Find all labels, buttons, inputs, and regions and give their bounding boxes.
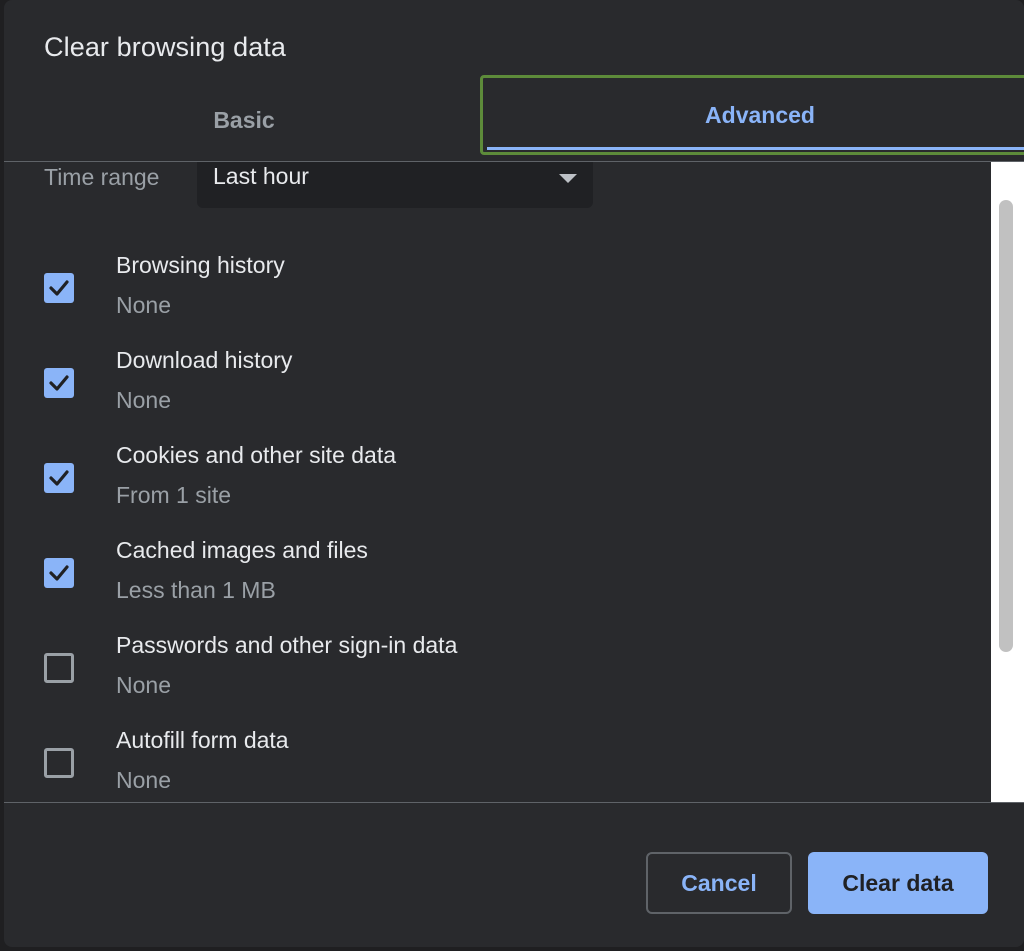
item-label: Autofill form data [116, 727, 289, 753]
item-label: Download history [116, 347, 293, 373]
list-item: Cookies and other site data From 1 site [4, 442, 984, 538]
footer-divider [4, 802, 1024, 803]
checkbox[interactable] [44, 368, 74, 398]
checkmark-icon [49, 470, 69, 486]
item-label: Cached images and files [116, 537, 368, 563]
list-item: Download history None [4, 347, 984, 443]
checkbox[interactable] [44, 558, 74, 588]
item-label: Browsing history [116, 252, 285, 278]
checkmark-icon [49, 280, 69, 296]
clear-browsing-data-dialog: Clear browsing data Basic Advanced Time … [4, 0, 1024, 947]
item-detail: None [116, 292, 171, 318]
item-label: Passwords and other sign-in data [116, 632, 458, 658]
item-detail: Less than 1 MB [116, 577, 276, 603]
list-item: Passwords and other sign-in data None [4, 632, 984, 728]
checkbox[interactable] [44, 748, 74, 778]
checkbox[interactable] [44, 273, 74, 303]
chevron-down-icon [559, 174, 577, 183]
tab-basic[interactable]: Basic [4, 78, 484, 162]
checkmark-icon [49, 565, 69, 581]
item-detail: From 1 site [116, 482, 232, 508]
cancel-button[interactable]: Cancel [646, 852, 792, 914]
checkbox[interactable] [44, 463, 74, 493]
time-range-value: Last hour [213, 163, 309, 189]
scroll-content: Time range Last hour Browsing history Non… [4, 162, 1024, 802]
item-detail: None [116, 767, 171, 793]
list-item: Autofill form data None [4, 727, 984, 802]
item-detail: None [116, 387, 171, 413]
time-range-label: Time range [44, 164, 160, 190]
active-tab-indicator [487, 147, 1024, 150]
list-item: Cached images and files Less than 1 MB [4, 537, 984, 633]
tab-advanced-label: Advanced [705, 101, 815, 128]
time-range-select[interactable]: Last hour [197, 162, 593, 208]
tab-advanced[interactable]: Advanced [480, 75, 1024, 155]
tab-bar: Basic Advanced [4, 75, 1024, 162]
dialog-title: Clear browsing data [44, 32, 287, 62]
scrollbar-thumb[interactable] [999, 200, 1013, 652]
item-detail: None [116, 672, 171, 698]
list-item: Browsing history None [4, 252, 984, 348]
checkmark-icon [49, 375, 69, 391]
clear-data-button[interactable]: Clear data [808, 852, 988, 914]
item-label: Cookies and other site data [116, 442, 397, 468]
checkbox[interactable] [44, 653, 74, 683]
